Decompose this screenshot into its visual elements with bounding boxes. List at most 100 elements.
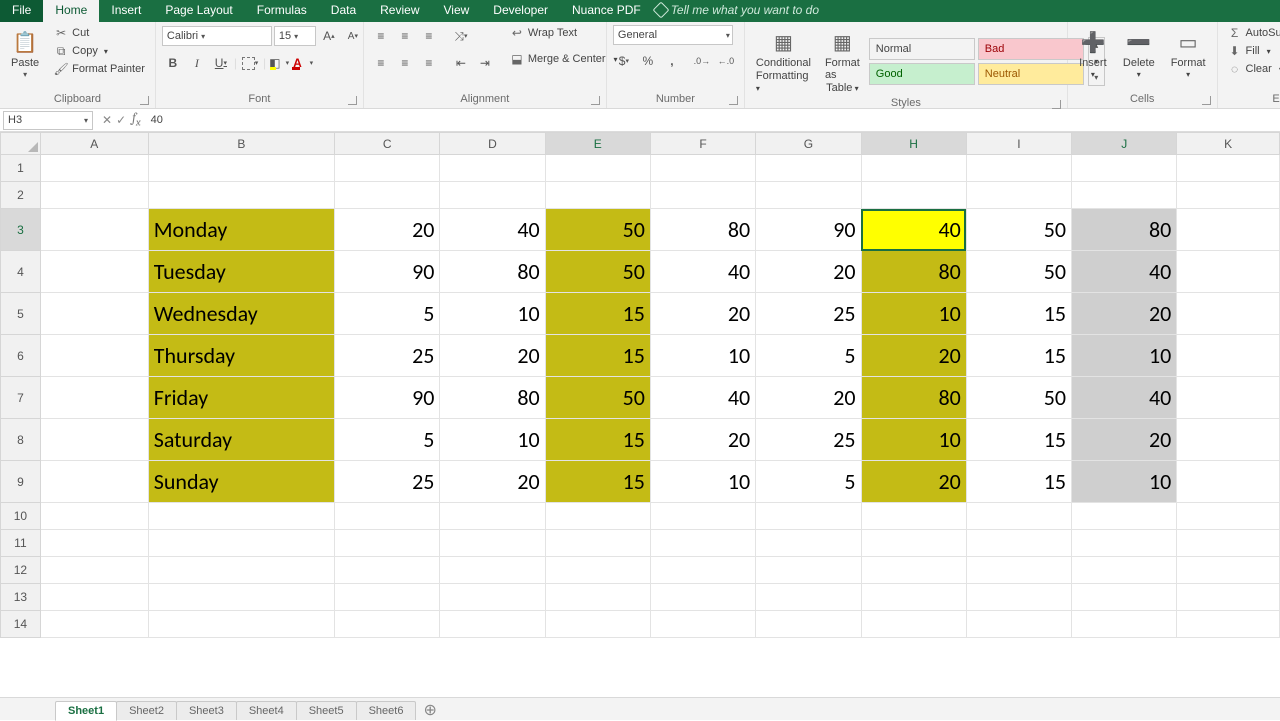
cell-F3[interactable]: 80 bbox=[650, 209, 755, 251]
cell-H1[interactable] bbox=[861, 155, 966, 182]
cell-J8[interactable]: 20 bbox=[1072, 419, 1177, 461]
cell-style-good[interactable]: Good bbox=[869, 63, 975, 85]
tab-page-layout[interactable]: Page Layout bbox=[153, 0, 244, 22]
cell-C7[interactable]: 90 bbox=[335, 377, 440, 419]
cell-A12[interactable] bbox=[40, 557, 148, 584]
cell-K2[interactable] bbox=[1177, 182, 1280, 209]
cell-B12[interactable] bbox=[148, 557, 334, 584]
bold-button[interactable]: B bbox=[162, 52, 184, 74]
cell-E14[interactable] bbox=[545, 611, 650, 638]
cell-D1[interactable] bbox=[440, 155, 545, 182]
enter-formula-button[interactable]: ✓ bbox=[116, 113, 126, 127]
cell-I10[interactable] bbox=[966, 503, 1071, 530]
cell-K9[interactable] bbox=[1177, 461, 1280, 503]
cell-G4[interactable]: 20 bbox=[756, 251, 861, 293]
cell-A5[interactable] bbox=[40, 293, 148, 335]
sheet-tab-6[interactable]: Sheet6 bbox=[356, 701, 417, 720]
cell-H5[interactable]: 10 bbox=[861, 293, 966, 335]
tab-review[interactable]: Review bbox=[368, 0, 431, 22]
cell-A3[interactable] bbox=[40, 209, 148, 251]
cell-C6[interactable]: 25 bbox=[335, 335, 440, 377]
row-header-12[interactable]: 12 bbox=[1, 557, 41, 584]
align-middle-button[interactable]: ≡ bbox=[394, 25, 416, 47]
align-center-button[interactable]: ≡ bbox=[394, 52, 416, 74]
cell-F10[interactable] bbox=[650, 503, 755, 530]
cell-J5[interactable]: 20 bbox=[1072, 293, 1177, 335]
row-header-7[interactable]: 7 bbox=[1, 377, 41, 419]
cell-B1[interactable] bbox=[148, 155, 334, 182]
col-header-E[interactable]: E bbox=[545, 133, 650, 155]
cell-K10[interactable] bbox=[1177, 503, 1280, 530]
cell-F8[interactable]: 20 bbox=[650, 419, 755, 461]
cell-C1[interactable] bbox=[335, 155, 440, 182]
new-sheet-button[interactable]: ⊕ bbox=[415, 700, 444, 720]
cell-H2[interactable] bbox=[861, 182, 966, 209]
font-size-combo[interactable]: 15▾ bbox=[274, 26, 316, 46]
cell-A11[interactable] bbox=[40, 530, 148, 557]
cell-D12[interactable] bbox=[440, 557, 545, 584]
percent-button[interactable]: % bbox=[637, 50, 659, 72]
cell-E13[interactable] bbox=[545, 584, 650, 611]
cell-K14[interactable] bbox=[1177, 611, 1280, 638]
cell-F11[interactable] bbox=[650, 530, 755, 557]
cell-E5[interactable]: 15 bbox=[545, 293, 650, 335]
cell-E6[interactable]: 15 bbox=[545, 335, 650, 377]
conditional-formatting-button[interactable]: ▦ Conditional Formatting ▾ bbox=[751, 25, 816, 97]
cell-G5[interactable]: 25 bbox=[756, 293, 861, 335]
increase-indent-button[interactable]: ⇥ bbox=[474, 52, 496, 74]
cell-E7[interactable]: 50 bbox=[545, 377, 650, 419]
cell-J4[interactable]: 40 bbox=[1072, 251, 1177, 293]
decrease-font-button[interactable]: A▾ bbox=[342, 25, 364, 47]
paste-button[interactable]: 📋 Paste ▾ bbox=[6, 25, 44, 82]
cell-G2[interactable] bbox=[756, 182, 861, 209]
cell-A14[interactable] bbox=[40, 611, 148, 638]
format-cells-button[interactable]: ▭Format▾ bbox=[1166, 25, 1211, 82]
col-header-F[interactable]: F bbox=[650, 133, 755, 155]
cell-J9[interactable]: 10 bbox=[1072, 461, 1177, 503]
cell-D9[interactable]: 20 bbox=[440, 461, 545, 503]
cell-G8[interactable]: 25 bbox=[756, 419, 861, 461]
row-header-14[interactable]: 14 bbox=[1, 611, 41, 638]
cell-B5[interactable]: Wednesday bbox=[148, 293, 334, 335]
cell-I9[interactable]: 15 bbox=[966, 461, 1071, 503]
cell-K8[interactable] bbox=[1177, 419, 1280, 461]
row-header-5[interactable]: 5 bbox=[1, 293, 41, 335]
cell-B14[interactable] bbox=[148, 611, 334, 638]
cell-B11[interactable] bbox=[148, 530, 334, 557]
cell-I4[interactable]: 50 bbox=[966, 251, 1071, 293]
cell-G7[interactable]: 20 bbox=[756, 377, 861, 419]
col-header-J[interactable]: J bbox=[1072, 133, 1177, 155]
cell-K7[interactable] bbox=[1177, 377, 1280, 419]
formula-bar[interactable]: 40 bbox=[147, 114, 1280, 126]
decrease-indent-button[interactable]: ⇤ bbox=[450, 52, 472, 74]
align-bottom-button[interactable]: ≡ bbox=[418, 25, 440, 47]
cell-I13[interactable] bbox=[966, 584, 1071, 611]
tab-home[interactable]: Home bbox=[43, 0, 99, 22]
cell-C9[interactable]: 25 bbox=[335, 461, 440, 503]
cell-C3[interactable]: 20 bbox=[335, 209, 440, 251]
row-header-2[interactable]: 2 bbox=[1, 182, 41, 209]
cell-I1[interactable] bbox=[966, 155, 1071, 182]
cell-D10[interactable] bbox=[440, 503, 545, 530]
cell-K5[interactable] bbox=[1177, 293, 1280, 335]
cell-K3[interactable] bbox=[1177, 209, 1280, 251]
cell-I2[interactable] bbox=[966, 182, 1071, 209]
cell-K6[interactable] bbox=[1177, 335, 1280, 377]
cell-C2[interactable] bbox=[335, 182, 440, 209]
cell-B2[interactable] bbox=[148, 182, 334, 209]
row-header-8[interactable]: 8 bbox=[1, 419, 41, 461]
cell-H13[interactable] bbox=[861, 584, 966, 611]
copy-button[interactable]: ⧉Copy▾ bbox=[50, 43, 149, 59]
col-header-I[interactable]: I bbox=[966, 133, 1071, 155]
col-header-K[interactable]: K bbox=[1177, 133, 1280, 155]
row-header-9[interactable]: 9 bbox=[1, 461, 41, 503]
cell-B4[interactable]: Tuesday bbox=[148, 251, 334, 293]
cell-A13[interactable] bbox=[40, 584, 148, 611]
col-header-B[interactable]: B bbox=[148, 133, 334, 155]
fx-icon[interactable]: fx bbox=[132, 111, 141, 129]
cell-F1[interactable] bbox=[650, 155, 755, 182]
cell-G14[interactable] bbox=[756, 611, 861, 638]
tab-developer[interactable]: Developer bbox=[481, 0, 560, 22]
cell-E12[interactable] bbox=[545, 557, 650, 584]
cell-B6[interactable]: Thursday bbox=[148, 335, 334, 377]
